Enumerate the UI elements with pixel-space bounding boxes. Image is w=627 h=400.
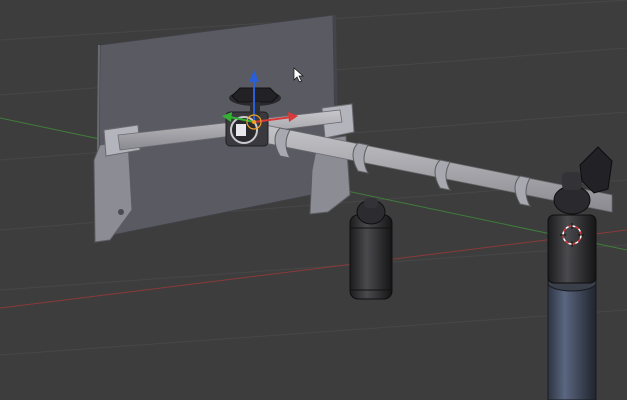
- hanging-bulb-socket[interactable]: [349, 198, 393, 300]
- grid-x-axis-line: [0, 229, 627, 309]
- vertical-pole[interactable]: [547, 274, 597, 400]
- 3d-viewport[interactable]: [0, 0, 627, 400]
- viewport-canvas[interactable]: [0, 0, 627, 400]
- side-knob[interactable]: [579, 146, 613, 194]
